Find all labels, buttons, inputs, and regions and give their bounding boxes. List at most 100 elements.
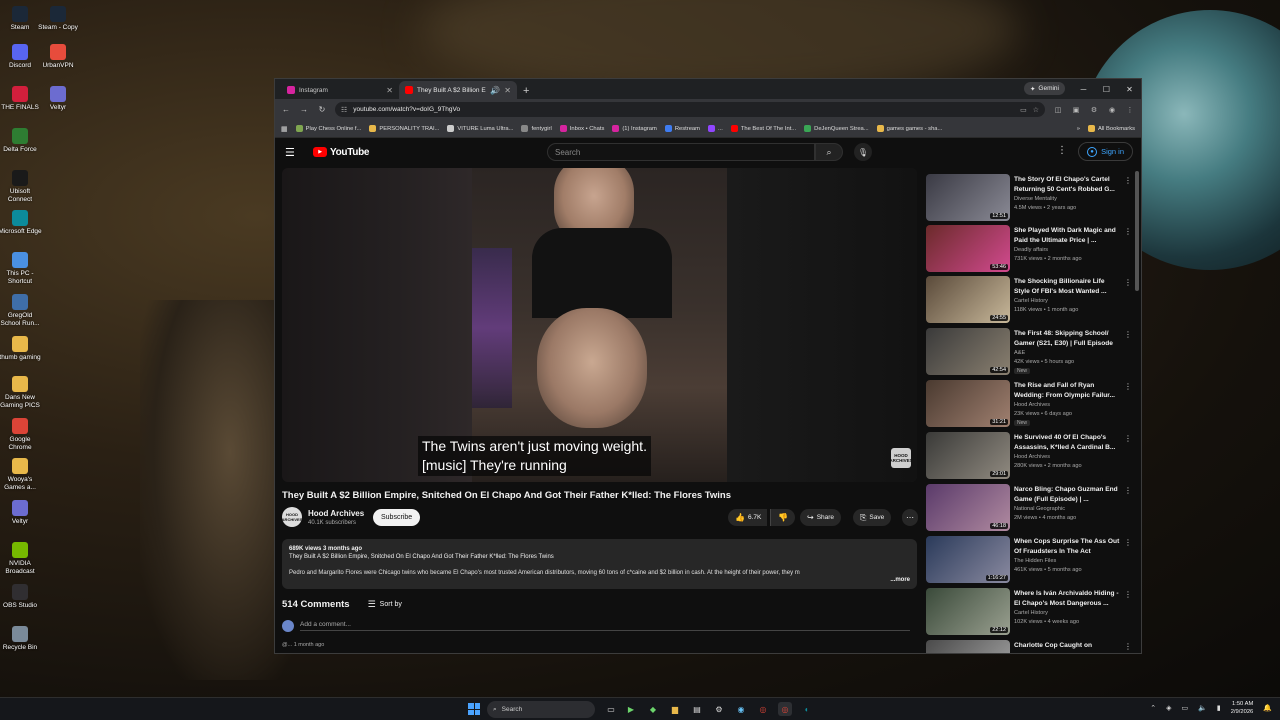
video-menu-icon[interactable]: ⋮ bbox=[1124, 227, 1132, 236]
video-thumbnail[interactable]: 12:51 bbox=[926, 174, 1010, 221]
store-icon[interactable]: ▤ bbox=[690, 702, 704, 716]
close-tab-icon[interactable]: ✕ bbox=[504, 86, 511, 95]
desktop-icon[interactable]: Microsoft Edge bbox=[0, 210, 42, 236]
video-menu-icon[interactable]: ⋮ bbox=[1124, 642, 1132, 651]
desktop-icon[interactable]: UrbanVPN bbox=[36, 44, 80, 70]
desktop-icon[interactable]: Delta Force bbox=[0, 128, 42, 154]
battery-icon[interactable]: ▮ bbox=[1217, 704, 1221, 712]
search-button[interactable]: ⌕ bbox=[815, 143, 843, 161]
more-actions-button[interactable]: ⋯ bbox=[902, 509, 918, 526]
chrome-active-icon[interactable]: ◎ bbox=[778, 702, 792, 716]
sort-by-button[interactable]: ☰ Sort by bbox=[368, 599, 402, 610]
edge-icon[interactable]: ◐ bbox=[800, 702, 814, 716]
desktop-icon[interactable]: OBS Studio bbox=[0, 584, 42, 610]
bookmark-item[interactable]: PERSONALITY TRAI... bbox=[369, 125, 439, 132]
cast-icon[interactable]: ▭ bbox=[1020, 106, 1027, 114]
close-window-icon[interactable]: ✕ bbox=[1118, 79, 1141, 99]
media-player-icon[interactable]: ▶ bbox=[624, 702, 638, 716]
site-info-icon[interactable]: ☷ bbox=[341, 106, 347, 114]
description-box[interactable]: 689K views 3 months ago They Built A $2 … bbox=[282, 539, 917, 589]
recommended-video-channel[interactable]: Deadly affairs bbox=[1014, 247, 1048, 253]
dislike-button[interactable]: 👎 bbox=[770, 509, 795, 526]
bookmark-item[interactable]: ... bbox=[707, 125, 723, 132]
tray-overflow-icon[interactable]: ⌃ bbox=[1150, 704, 1156, 712]
tab-instagram[interactable]: Instagram ✕ bbox=[281, 81, 399, 99]
add-comment-input[interactable]: Add a comment... bbox=[300, 621, 910, 631]
apps-grid-icon[interactable]: ▦ bbox=[281, 125, 288, 133]
bookmark-item[interactable]: games games - sha... bbox=[876, 125, 942, 132]
video-thumbnail[interactable]: 31:21 bbox=[926, 380, 1010, 427]
recommended-video[interactable]: 46:18 Narco Bling: Chapo Guzman End Game … bbox=[926, 484, 1134, 532]
address-bar[interactable]: ☷ youtube.com/watch?v=doIG_9ThgVo ▭ ☆ bbox=[335, 102, 1045, 117]
gemini-button[interactable]: ✦ Gemini bbox=[1023, 82, 1065, 95]
extensions-puzzle-icon[interactable]: ⚙ bbox=[1089, 106, 1099, 114]
video-thumbnail[interactable]: 29:01 bbox=[926, 432, 1010, 479]
recommended-video-channel[interactable]: Diverse Mentality bbox=[1014, 196, 1057, 202]
scrollbar-thumb[interactable] bbox=[1135, 171, 1139, 291]
recommended-video[interactable]: 24:55 The Shocking Billionaire Life Style… bbox=[926, 276, 1134, 324]
desktop-icon[interactable]: Ubisoft Connect bbox=[0, 170, 42, 204]
desktop-icon[interactable]: This PC - Shortcut bbox=[0, 252, 42, 286]
volume-icon[interactable]: 🔈 bbox=[1198, 704, 1207, 712]
video-menu-icon[interactable]: ⋮ bbox=[1124, 486, 1132, 495]
desktop-icon[interactable]: Recycle Bin bbox=[0, 626, 42, 652]
xbox-icon[interactable]: ◆ bbox=[646, 702, 660, 716]
tab-youtube[interactable]: They Built A $2 Billion Emp 🔊 ✕ bbox=[399, 81, 517, 99]
recommended-video-title[interactable]: The Shocking Billionaire Life Style Of F… bbox=[1014, 277, 1122, 296]
sidepanel-icon[interactable]: ▣ bbox=[1071, 106, 1081, 114]
video-thumbnail[interactable]: 22:12 bbox=[926, 588, 1010, 635]
subscribe-button[interactable]: Subscribe bbox=[373, 509, 421, 526]
recommended-video-title[interactable]: He Survived 40 Of El Chapo's Assassins, … bbox=[1014, 433, 1122, 452]
recommended-video-channel[interactable]: A&E bbox=[1014, 350, 1025, 356]
task-view-icon[interactable]: ▭ bbox=[604, 702, 618, 716]
recommended-video[interactable]: 31:21 The Rise and Fall of Ryan Wedding: … bbox=[926, 380, 1134, 428]
extension-icon[interactable]: ◫ bbox=[1053, 106, 1063, 114]
desktop-icon[interactable]: GregOld School Run... bbox=[0, 294, 42, 328]
bookmark-item[interactable]: fentygirl bbox=[521, 125, 552, 132]
recommended-video[interactable]: 22:12 Where Is Iván Archivaldo Hiding - E… bbox=[926, 588, 1134, 636]
recommended-video-channel[interactable]: The Hidden Files bbox=[1014, 558, 1056, 564]
recommended-video-title[interactable]: She Played With Dark Magic and Paid the … bbox=[1014, 226, 1122, 245]
location-icon[interactable]: ◈ bbox=[1166, 704, 1171, 712]
share-button[interactable]: ↪ Share bbox=[800, 509, 842, 526]
desktop-icon[interactable]: Wooya's Games a... bbox=[0, 458, 42, 492]
channel-name[interactable]: Hood Archives bbox=[308, 509, 364, 518]
bookmark-item[interactable]: Restream bbox=[664, 125, 700, 132]
page-scrollbar[interactable] bbox=[1135, 167, 1139, 652]
maximize-icon[interactable]: ☐ bbox=[1095, 79, 1118, 99]
bookmark-item[interactable]: Play Chess Online f... bbox=[295, 125, 361, 132]
all-bookmarks-folder[interactable]: All Bookmarks bbox=[1087, 125, 1135, 132]
video-thumbnail[interactable]: 46:18 bbox=[926, 484, 1010, 531]
save-button[interactable]: ⎘ Save bbox=[853, 509, 892, 526]
video-menu-icon[interactable]: ⋮ bbox=[1124, 278, 1132, 287]
like-button[interactable]: 👍 6.7K bbox=[728, 509, 768, 526]
speaker-icon[interactable]: 🔊 bbox=[490, 86, 500, 95]
sign-in-button[interactable]: ● Sign in bbox=[1078, 142, 1133, 161]
start-button[interactable] bbox=[468, 703, 480, 715]
search-input[interactable]: Search bbox=[547, 143, 815, 161]
recommended-video-title[interactable]: The First 48: Skipping School/ Gamer (S2… bbox=[1014, 329, 1122, 348]
comment-author[interactable]: @... 1 month ago bbox=[282, 642, 324, 648]
video-thumbnail[interactable]: 53:46 bbox=[926, 225, 1010, 272]
video-player[interactable]: The Twins aren't just moving weight. [mu… bbox=[282, 168, 917, 482]
recommended-video-title[interactable]: When Cops Surprise The Ass Out Of Frauds… bbox=[1014, 537, 1122, 556]
bookmarks-overflow-icon[interactable]: » bbox=[1077, 126, 1080, 132]
recommended-video-title[interactable]: The Rise and Fall of Ryan Wedding: From … bbox=[1014, 381, 1122, 400]
desktop-icon[interactable]: thumb gaming bbox=[0, 336, 42, 362]
recommended-video[interactable]: 53:46 She Played With Dark Magic and Paid… bbox=[926, 225, 1134, 273]
bookmark-item[interactable]: Inbox • Chats bbox=[559, 125, 604, 132]
desktop-icon[interactable]: Veltyr bbox=[36, 86, 80, 112]
recommended-video[interactable]: 12:51 The Story Of El Chapo's Cartel Retu… bbox=[926, 174, 1134, 222]
video-thumbnail[interactable]: 24:55 bbox=[926, 276, 1010, 323]
recommended-video-title[interactable]: Narco Bling: Chapo Guzman End Game (Full… bbox=[1014, 485, 1122, 504]
desktop-icon[interactable]: Veltyr bbox=[0, 500, 42, 526]
desktop-icon[interactable]: Steam - Copy bbox=[36, 6, 80, 32]
clock[interactable]: 1:50 AM 2/9/2026 bbox=[1231, 700, 1254, 716]
network-icon[interactable]: ▭ bbox=[1182, 704, 1189, 712]
youtube-logo[interactable]: ▶ YouTube bbox=[313, 147, 370, 158]
video-menu-icon[interactable]: ⋮ bbox=[1124, 176, 1132, 185]
back-icon[interactable]: ← bbox=[281, 105, 291, 114]
bookmark-item[interactable]: The Best Of The Int... bbox=[730, 125, 796, 132]
forward-icon[interactable]: → bbox=[299, 105, 309, 114]
file-explorer-icon[interactable]: ▆ bbox=[668, 702, 682, 716]
